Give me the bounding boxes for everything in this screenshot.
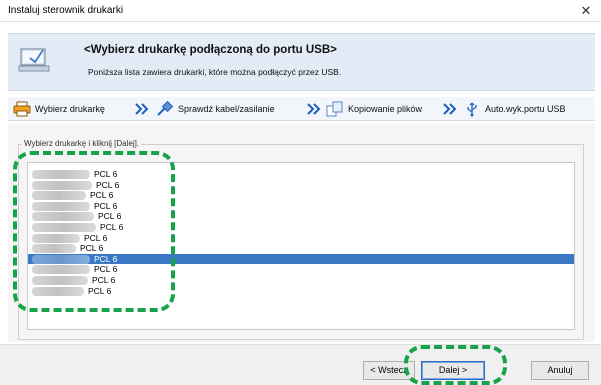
double-chevron-icon [307, 103, 321, 115]
printer-driver-suffix: PCL 6 [94, 200, 118, 211]
list-item[interactable]: PCL 6 [28, 264, 574, 275]
double-chevron-icon [443, 103, 457, 115]
wizard-monitor-icon [18, 48, 50, 72]
list-item[interactable]: PCL 6 [28, 243, 574, 254]
redacted-printer-name [32, 286, 84, 296]
list-item[interactable]: PCL 6 [28, 169, 574, 180]
redacted-printer-name [32, 180, 92, 190]
printer-driver-suffix: PCL 6 [94, 253, 118, 264]
redacted-printer-name [32, 170, 90, 179]
printer-icon [13, 101, 31, 117]
list-item[interactable]: PCL 6 [28, 211, 574, 222]
printer-driver-suffix: PCL 6 [92, 275, 116, 285]
list-item[interactable]: PCL 6 [28, 285, 574, 297]
redacted-printer-name [32, 223, 96, 232]
list-item[interactable]: PCL 6 [28, 190, 574, 201]
list-item[interactable]: PCL 6 [28, 179, 574, 191]
step-check-cable: Sprawdź kabel/zasilanie [156, 101, 275, 117]
redacted-printer-name [32, 191, 86, 201]
list-item[interactable]: PCL 6 [28, 232, 574, 244]
step-select-printer: Wybierz drukarkę [13, 101, 105, 117]
close-icon[interactable]: ✕ [575, 1, 597, 21]
list-item[interactable]: PCL 6 [28, 222, 574, 233]
printer-driver-suffix: PCL 6 [94, 264, 118, 275]
window-title: Instaluj sterownik drukarki [8, 5, 124, 16]
printer-driver-suffix: PCL 6 [90, 190, 114, 201]
redacted-printer-name [32, 244, 76, 254]
wizard-steps: Wybierz drukarkę Sprawdź kabel/zasilanie… [8, 97, 595, 121]
step-label: Sprawdź kabel/zasilanie [178, 104, 275, 114]
double-chevron-icon [135, 103, 149, 115]
header-subtitle: Poniższa lista zawiera drukarki, które m… [88, 67, 342, 77]
list-item[interactable]: PCL 6 [28, 275, 574, 286]
wizard-header: <Wybierz drukarkę podłączoną do portu US… [8, 33, 595, 91]
redacted-printer-name [32, 254, 90, 264]
footer-bar [0, 344, 601, 385]
redacted-printer-name [32, 212, 94, 222]
usb-icon [467, 102, 477, 117]
header-title: <Wybierz drukarkę podłączoną do portu US… [84, 44, 337, 56]
printer-driver-suffix: PCL 6 [98, 211, 122, 222]
step-usb-port: Auto.wyk.portu USB [463, 101, 566, 117]
title-bar: Instaluj sterownik drukarki ✕ [0, 0, 601, 22]
printer-driver-suffix: PCL 6 [80, 243, 104, 254]
step-copy-files: Kopiowanie plików [326, 101, 422, 117]
list-item[interactable]: PCL 6 [28, 253, 574, 265]
printer-list[interactable]: PCL 6 PCL 6 PCL 6 PCL 6 PCL 6 PCL 6 PCL 6 PCL 6… [27, 162, 575, 330]
back-button[interactable]: < Wstecz [363, 361, 415, 380]
step-label: Wybierz drukarkę [35, 104, 105, 114]
printer-driver-suffix: PCL 6 [100, 222, 124, 232]
redacted-printer-name [32, 233, 80, 243]
cancel-button[interactable]: Anuluj [531, 361, 589, 380]
printer-driver-suffix: PCL 6 [84, 232, 108, 243]
printer-driver-suffix: PCL 6 [88, 285, 112, 296]
redacted-printer-name [32, 276, 88, 285]
next-button[interactable]: Dalej > [421, 361, 485, 380]
redacted-printer-name [32, 201, 90, 211]
step-label: Auto.wyk.portu USB [485, 104, 566, 114]
printer-driver-suffix: PCL 6 [96, 179, 120, 190]
step-label: Kopiowanie plików [348, 104, 423, 114]
group-label: Wybierz drukarkę i kliknij [Dalej]. [22, 139, 142, 148]
redacted-printer-name [32, 265, 90, 275]
copy-files-icon [326, 101, 343, 117]
printer-driver-suffix: PCL 6 [94, 169, 118, 179]
plug-cable-icon [157, 101, 174, 116]
list-item[interactable]: PCL 6 [28, 200, 574, 212]
